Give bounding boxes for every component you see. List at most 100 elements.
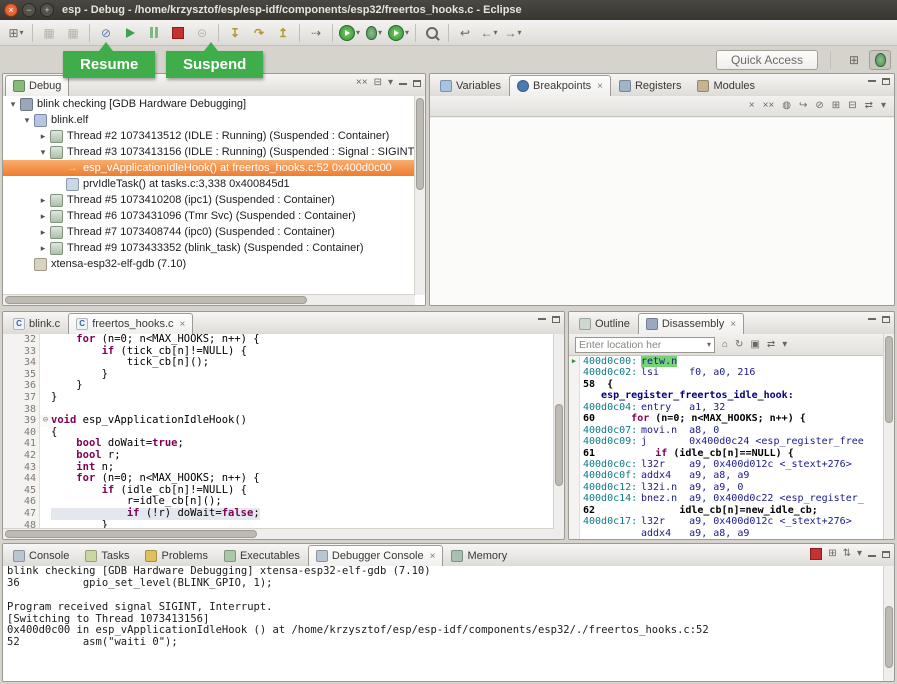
debugger-console-output[interactable]: blink checking [GDB Hardware Debugging] … [3, 566, 884, 681]
disassembly-listing[interactable]: ▶400d0c00:retw.n 400d0c02:lsi f0, a0, 21… [569, 356, 884, 539]
go-to-file-icon[interactable]: ↪ [799, 101, 807, 111]
view-menu-icon[interactable]: ▾ [782, 340, 787, 350]
instruction-stepping-button[interactable]: ⇢ [304, 22, 328, 44]
minimize-icon[interactable] [868, 318, 876, 320]
annotation-ruler[interactable] [3, 346, 12, 358]
tab-memory[interactable]: Memory [443, 545, 515, 566]
search-button[interactable] [420, 22, 444, 44]
resume-button[interactable] [118, 22, 142, 44]
tab-modules[interactable]: Modules [689, 75, 763, 96]
minimize-icon[interactable] [868, 555, 876, 557]
tree-item-launch[interactable]: ▾ blink checking [GDB Hardware Debugging… [3, 96, 425, 112]
suspend-button[interactable] [142, 22, 166, 44]
line-number[interactable]: 47 [12, 508, 40, 520]
tab-tasks[interactable]: Tasks [77, 545, 137, 566]
expander-icon[interactable]: ▸ [37, 195, 49, 206]
show-breakpoints-supported-icon[interactable]: ◍ [782, 101, 791, 111]
step-over-button[interactable]: ↷ [247, 22, 271, 44]
refresh-icon[interactable]: ↻ [735, 340, 743, 350]
tab-problems[interactable]: Problems [137, 545, 215, 566]
expander-icon[interactable]: ▸ [37, 243, 49, 254]
quick-access[interactable]: Quick Access [716, 50, 818, 70]
line-number[interactable]: 36 [12, 380, 40, 392]
line-number[interactable]: 37 [12, 392, 40, 404]
link-with-debug-view-icon[interactable]: ⇄ [865, 101, 873, 111]
expander-icon[interactable]: ▾ [37, 147, 49, 158]
expander-icon[interactable]: ▾ [21, 115, 33, 126]
tab-variables[interactable]: Variables [432, 75, 509, 96]
terminate-icon[interactable] [810, 548, 822, 560]
annotation-ruler[interactable] [3, 496, 12, 508]
tab-outline[interactable]: Outline [571, 313, 638, 334]
view-menu-icon[interactable]: ▾ [857, 549, 862, 559]
skip-all-breakpoints-button[interactable]: ⊘ [94, 22, 118, 44]
editor-vertical-scrollbar[interactable] [553, 334, 564, 529]
tab-executables[interactable]: Executables [216, 545, 308, 566]
tree-item-thread[interactable]: ▸ Thread #6 1073431096 (Tmr Svc) (Suspen… [3, 208, 425, 224]
expander-icon[interactable]: ▸ [37, 131, 49, 142]
maximize-icon[interactable] [882, 316, 890, 323]
remove-all-breakpoints-icon[interactable]: ×× [763, 101, 775, 111]
expand-all-icon[interactable]: ⊞ [832, 101, 840, 111]
external-tools-button[interactable]: ▾ [386, 22, 411, 44]
scrollbar-thumb[interactable] [416, 98, 424, 190]
remove-all-terminated-icon[interactable]: ×× [356, 78, 368, 88]
scroll-lock-icon[interactable]: ⇅ [843, 549, 851, 559]
tree-item-thread[interactable]: ▸ Thread #9 1073433352 (blink_task) (Sus… [3, 240, 425, 256]
remove-selected-breakpoints-icon[interactable]: × [749, 101, 755, 111]
minimize-icon[interactable] [399, 83, 407, 85]
line-number[interactable]: 34 [12, 357, 40, 369]
window-close-icon[interactable]: × [4, 3, 18, 17]
tab-debugger-console[interactable]: Debugger Console × [308, 545, 444, 566]
terminate-button[interactable] [166, 22, 190, 44]
step-into-button[interactable]: ↧ [223, 22, 247, 44]
annotation-ruler[interactable] [3, 473, 12, 485]
window-maximize-icon[interactable]: + [40, 3, 54, 17]
line-number[interactable]: 43 [12, 462, 40, 474]
tree-item-thread[interactable]: ▾ Thread #3 1073413156 (IDLE : Running) … [3, 144, 425, 160]
line-number[interactable]: 41 [12, 438, 40, 450]
annotation-ruler[interactable] [3, 450, 12, 462]
back-button[interactable]: ←▾ [477, 22, 501, 44]
tree-item-thread[interactable]: ▸ Thread #7 1073408744 (ipc0) (Suspended… [3, 224, 425, 240]
line-number[interactable]: 38 [12, 404, 40, 416]
tree-item-stack-frame[interactable]: prvIdleTask() at tasks.c:3,338 0x400845d… [3, 176, 425, 192]
debug-perspective-button[interactable] [869, 50, 891, 70]
view-menu-icon[interactable]: ▾ [881, 101, 886, 111]
fold-marker-icon[interactable]: ⊖ [40, 415, 51, 427]
line-number[interactable]: 32 [12, 334, 40, 346]
annotation-ruler[interactable] [3, 392, 12, 404]
close-icon[interactable]: × [597, 81, 603, 92]
open-perspective-button[interactable]: ⊞ [843, 50, 865, 70]
tab-debug[interactable]: Debug [5, 75, 69, 96]
annotation-ruler[interactable] [3, 334, 12, 346]
scrollbar-thumb[interactable] [555, 404, 563, 486]
annotation-ruler[interactable] [3, 380, 12, 392]
tree-item-thread[interactable]: ▸ Thread #2 1073413512 (IDLE : Running) … [3, 128, 425, 144]
line-number[interactable]: 33 [12, 346, 40, 358]
scrollbar-thumb[interactable] [5, 296, 307, 304]
chevron-down-icon[interactable]: ▾ [707, 340, 711, 349]
open-console-icon[interactable]: ⊞ [828, 549, 836, 559]
tab-disassembly[interactable]: Disassembly × [638, 313, 744, 334]
close-icon[interactable]: × [730, 319, 736, 330]
scrollbar-thumb[interactable] [5, 530, 257, 538]
forward-button[interactable]: →▾ [501, 22, 525, 44]
annotation-ruler[interactable] [3, 485, 12, 497]
expander-icon[interactable]: ▾ [7, 99, 19, 110]
annotation-ruler[interactable] [3, 438, 12, 450]
line-number[interactable]: 45 [12, 485, 40, 497]
window-minimize-icon[interactable]: − [22, 3, 36, 17]
line-number[interactable]: 35 [12, 369, 40, 381]
debug-button[interactable]: ▾ [362, 22, 386, 44]
sync-active-context-icon[interactable]: ⇄ [767, 340, 775, 350]
maximize-icon[interactable] [882, 551, 890, 558]
scrollbar-thumb[interactable] [885, 336, 893, 423]
tab-freertos-hooks-c[interactable]: freertos_hooks.c × [68, 313, 193, 334]
skip-all-breakpoints-icon[interactable]: ⊘ [815, 101, 823, 111]
annotation-ruler[interactable] [3, 427, 12, 439]
debug-vertical-scrollbar[interactable] [414, 96, 425, 295]
debug-horizontal-scrollbar[interactable] [3, 294, 415, 305]
console-vertical-scrollbar[interactable] [883, 566, 894, 681]
close-icon[interactable]: × [430, 551, 436, 562]
